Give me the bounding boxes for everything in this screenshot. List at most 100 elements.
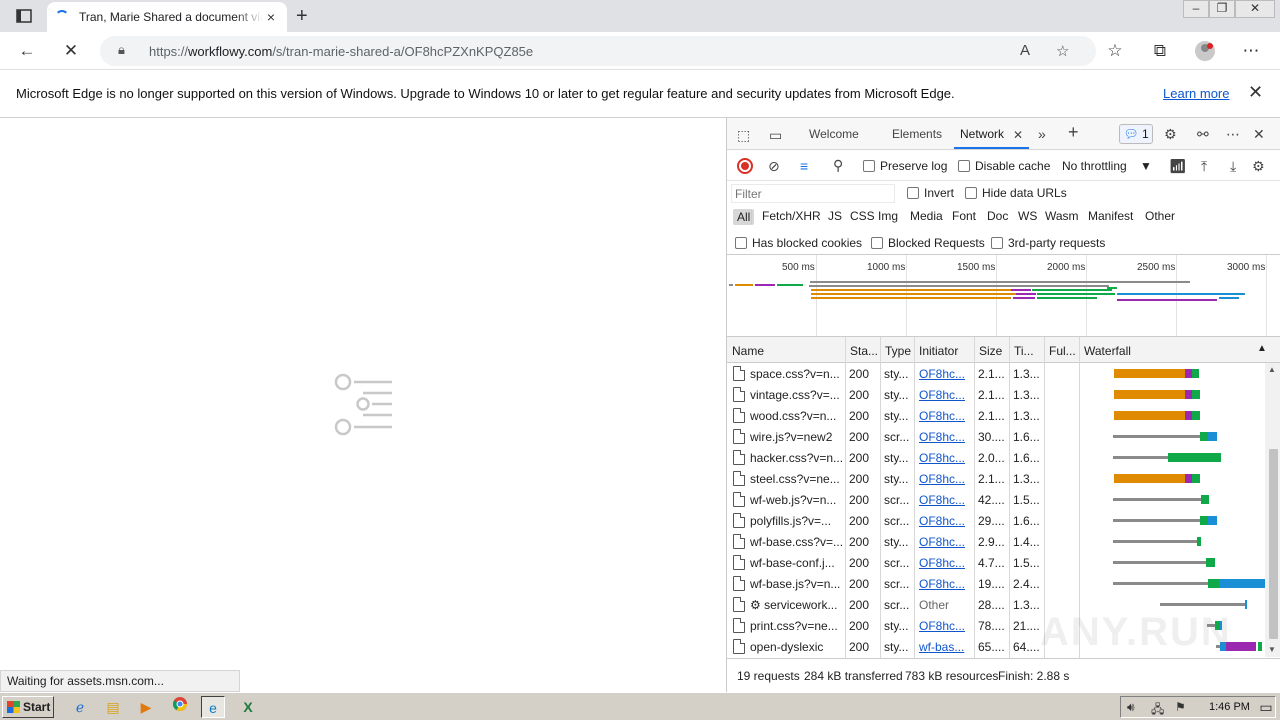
network-conditions-icon[interactable]: 📶︎ [1169, 158, 1187, 174]
network-icon[interactable]: 🖧 [1151, 700, 1164, 721]
close-devtools-icon[interactable]: ✕ [1253, 126, 1265, 142]
request-name[interactable]: open-dyslexic [750, 640, 842, 654]
table-row[interactable]: vintage.css?v=... 200 sty... OF8hc... 2.1...… [727, 384, 1265, 405]
column-waterfall[interactable]: Waterfall [1084, 344, 1131, 358]
third-party-requests-checkbox[interactable]: 3rd-party requests [991, 236, 1105, 250]
request-initiator[interactable]: OF8hc... [919, 619, 971, 633]
sort-ascending-icon[interactable]: ▲ [1257, 343, 1267, 354]
learn-more-link[interactable]: Learn more [1163, 86, 1229, 101]
add-tab-icon[interactable]: + [1068, 123, 1079, 141]
request-initiator[interactable]: OF8hc... [919, 577, 971, 591]
more-tabs-icon[interactable]: » [1038, 126, 1046, 142]
tab-welcome[interactable]: Welcome [809, 127, 859, 141]
request-initiator[interactable]: OF8hc... [919, 472, 971, 486]
request-initiator[interactable]: OF8hc... [919, 535, 971, 549]
stop-loading-icon[interactable]: ✕ [60, 40, 82, 62]
table-row[interactable]: hacker.css?v=n... 200 sty... OF8hc... 2.0...… [727, 447, 1265, 468]
tab-elements[interactable]: Elements [892, 127, 942, 141]
type-fetch-xhr[interactable]: Fetch/XHR [762, 209, 821, 223]
column-name[interactable]: Name [732, 344, 764, 358]
explorer-taskbar-icon[interactable]: ▤ [101, 696, 125, 718]
type-doc[interactable]: Doc [987, 209, 1008, 223]
volume-icon[interactable]: 🔊︎ [1127, 700, 1135, 715]
settings-more-icon[interactable]: ⋯ [1240, 40, 1262, 62]
table-row[interactable]: wf-web.js?v=n... 200 scr... OF8hc... 42.... 1… [727, 489, 1265, 510]
filter-toggle-icon[interactable]: ≡ [800, 158, 808, 174]
request-initiator[interactable]: OF8hc... [919, 409, 971, 423]
add-favorite-icon[interactable]: ☆ [1056, 42, 1069, 60]
restore-button[interactable]: ❐ [1209, 0, 1235, 18]
request-list-scrollbar[interactable]: ▲ ▼ [1265, 363, 1280, 657]
table-row[interactable]: wf-base.css?v=... 200 sty... OF8hc... 2.9...… [727, 531, 1265, 552]
back-arrow-icon[interactable]: ← [16, 40, 38, 62]
scroll-thumb[interactable] [1269, 449, 1278, 639]
column-status[interactable]: Sta... [850, 344, 878, 358]
minimize-button[interactable]: – [1183, 0, 1209, 18]
request-initiator[interactable]: wf-bas... [919, 640, 971, 654]
request-name[interactable]: polyfills.js?v=... [750, 514, 842, 528]
type-font[interactable]: Font [952, 209, 976, 223]
address-bar[interactable]: 🔒︎ https://workflowy.com/s/tran-marie-sh… [100, 36, 1096, 66]
type-wasm[interactable]: Wasm [1045, 209, 1079, 223]
action-center-flag-icon[interactable]: ⚑ [1175, 700, 1186, 714]
request-name[interactable]: steel.css?v=ne... [750, 472, 842, 486]
type-media[interactable]: Media [910, 209, 943, 223]
ie-taskbar-icon[interactable]: ℯ [68, 696, 92, 718]
connect-icon[interactable]: ⚯ [1197, 126, 1209, 142]
type-manifest[interactable]: Manifest [1088, 209, 1133, 223]
request-name[interactable]: wood.css?v=n... [750, 409, 842, 423]
new-tab-button[interactable]: + [296, 5, 308, 28]
read-aloud-icon[interactable]: A [1020, 42, 1030, 59]
table-row[interactable]: steel.css?v=ne... 200 sty... OF8hc... 2.1...… [727, 468, 1265, 489]
column-initiator[interactable]: Initiator [919, 344, 958, 358]
close-network-tab-icon[interactable]: ✕ [1013, 127, 1023, 143]
disable-cache-checkbox[interactable]: Disable cache [958, 159, 1050, 173]
window-close-button[interactable]: ✕ [1235, 0, 1275, 18]
url-text[interactable]: https://workflowy.com/s/tran-marie-share… [149, 44, 533, 59]
scroll-up-icon[interactable]: ▲ [1268, 365, 1276, 374]
request-initiator[interactable]: OF8hc... [919, 556, 971, 570]
table-row[interactable]: polyfills.js?v=... 200 scr... OF8hc... 29...… [727, 510, 1265, 531]
type-ws[interactable]: WS [1018, 209, 1037, 223]
column-time[interactable]: Ti... [1014, 344, 1034, 358]
request-name[interactable]: wf-web.js?v=n... [750, 493, 842, 507]
customize-menu-icon[interactable]: ⋯ [1226, 126, 1240, 142]
device-emulation-icon[interactable]: ▭ [769, 127, 782, 143]
type-other[interactable]: Other [1145, 209, 1175, 223]
request-name[interactable]: print.css?v=ne... [750, 619, 842, 633]
favorites-icon[interactable]: ☆ [1104, 40, 1126, 62]
table-row[interactable]: space.css?v=n... 200 sty... OF8hc... 2.1... 1… [727, 363, 1265, 384]
request-name[interactable]: vintage.css?v=... [750, 388, 842, 402]
record-stop-icon[interactable] [737, 158, 753, 174]
filter-input[interactable] [731, 184, 895, 203]
lock-icon[interactable]: 🔒︎ [118, 42, 125, 58]
chrome-taskbar-icon[interactable] [168, 696, 192, 718]
issues-badge[interactable]: 💬︎ 1 [1119, 124, 1153, 144]
request-name[interactable]: ⚙ servicework... [750, 598, 842, 612]
tab-network[interactable]: Network [960, 127, 1004, 141]
table-row[interactable]: wf-base.js?v=n... 200 scr... OF8hc... 19....… [727, 573, 1265, 594]
throttling-select[interactable]: No throttling ▼ [1062, 159, 1152, 173]
request-name[interactable]: wire.js?v=new2 [750, 430, 842, 444]
request-initiator[interactable]: OF8hc... [919, 367, 971, 381]
request-name[interactable]: wf-base.js?v=n... [750, 577, 842, 591]
blocked-requests-checkbox[interactable]: Blocked Requests [871, 236, 985, 250]
active-browser-tab[interactable]: Tran, Marie Shared a document via WorkFl… [47, 2, 287, 32]
clear-log-icon[interactable]: ⊘ [768, 158, 780, 174]
request-initiator[interactable]: OF8hc... [919, 388, 971, 402]
request-initiator[interactable]: OF8hc... [919, 430, 971, 444]
close-infobar-icon[interactable]: ✕ [1248, 82, 1263, 103]
import-har-icon[interactable]: ⤒ [1201, 158, 1207, 174]
hide-data-urls-checkbox[interactable]: Hide data URLs [965, 186, 1067, 200]
close-tab-icon[interactable]: × [263, 9, 279, 25]
type-img[interactable]: Img [878, 209, 898, 223]
tab-actions-button[interactable] [10, 6, 38, 26]
excel-taskbar-icon[interactable]: X [236, 696, 260, 718]
column-type[interactable]: Type [885, 344, 911, 358]
table-row[interactable]: wood.css?v=n... 200 sty... OF8hc... 2.1... 1.… [727, 405, 1265, 426]
request-name[interactable]: space.css?v=n... [750, 367, 842, 381]
column-fulfilled[interactable]: Ful... [1049, 344, 1076, 358]
type-css[interactable]: CSS [850, 209, 875, 223]
request-name[interactable]: wf-base-conf.j... [750, 556, 842, 570]
start-button[interactable]: Start [2, 696, 54, 718]
